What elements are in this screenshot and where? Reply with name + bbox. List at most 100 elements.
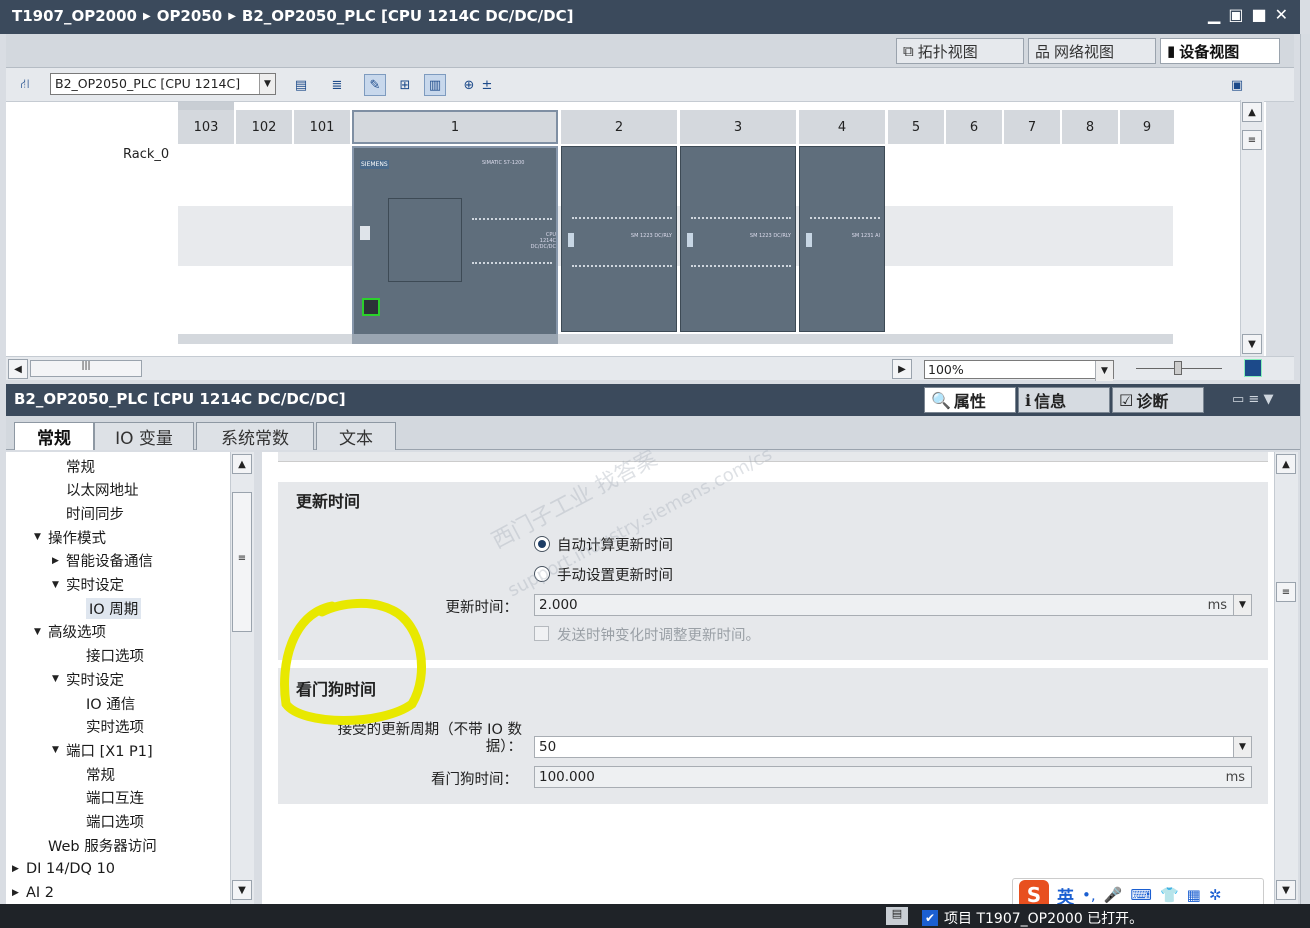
minimize-icon[interactable]: ▁ xyxy=(1208,5,1220,24)
scroll-down-icon[interactable]: ▼ xyxy=(232,880,252,900)
close-icon[interactable]: ✕ xyxy=(1275,5,1288,24)
zoom-slider-thumb[interactable] xyxy=(1174,361,1182,375)
panel-options-icon[interactable]: ▭ ≡ ▼ xyxy=(1232,392,1273,407)
radio-manual-update[interactable] xyxy=(534,566,550,582)
nav-item[interactable]: 实时选项 xyxy=(72,715,144,739)
show-io-icon[interactable]: ▤ xyxy=(290,74,312,96)
slot-header-5[interactable]: 5 xyxy=(888,110,944,144)
nav-item[interactable]: Web 服务器访问 xyxy=(34,833,157,857)
tab-diagnostics[interactable]: ☑ 诊断 xyxy=(1112,387,1204,413)
punctuation-icon[interactable]: •, xyxy=(1082,886,1096,904)
radio-auto-update[interactable] xyxy=(534,536,550,552)
breadcrumb-device[interactable]: B2_OP2050_PLC [CPU 1214C DC/DC/DC] xyxy=(242,7,574,25)
sm-module-2[interactable]: SM 1223 DC/RLY xyxy=(561,146,677,332)
scroll-down-icon[interactable]: ▼ xyxy=(1276,880,1296,900)
expand-closed-icon[interactable]: ▶ xyxy=(52,556,66,566)
expand-closed-icon[interactable]: ▶ xyxy=(12,864,26,874)
nav-item[interactable]: ▼ 高级选项 xyxy=(34,620,106,644)
tab-properties[interactable]: 🔍 属性 xyxy=(924,387,1016,413)
status-panel-icon[interactable]: ▤ xyxy=(886,907,908,925)
slot-header-103[interactable]: 103 xyxy=(178,110,234,144)
skin-icon[interactable]: 👕 xyxy=(1160,886,1179,904)
overview-nav-icon[interactable] xyxy=(1244,359,1262,377)
save-layout-icon[interactable]: ▣ xyxy=(1226,74,1248,96)
sm-module-3[interactable]: SM 1223 DC/RLY xyxy=(680,146,796,332)
expand-open-icon[interactable]: ▼ xyxy=(34,532,48,542)
content-scroll-thumb[interactable]: ≡ xyxy=(1276,582,1296,602)
nav-item[interactable]: ▼ 实时设定 xyxy=(52,573,124,597)
expand-open-icon[interactable]: ▼ xyxy=(34,627,48,637)
overview-icon[interactable]: ▥ xyxy=(424,74,446,96)
nav-item[interactable]: 以太网地址 xyxy=(52,478,139,502)
device-select[interactable]: B2_OP2050_PLC [CPU 1214C] ▼ xyxy=(50,73,276,95)
tab-general[interactable]: 常规 xyxy=(14,422,94,450)
slot-header-4[interactable]: 4 xyxy=(799,110,885,144)
slot-header-2[interactable]: 2 xyxy=(561,110,677,144)
device-canvas[interactable]: Rack_0 103 102 101 1 2 3 4 5 6 7 8 9 SIE… xyxy=(6,102,1266,356)
canvas-horizontal-scrollbar[interactable]: ◀ ||| ▶ 100% ▼ xyxy=(6,356,1294,381)
scroll-left-icon[interactable]: ◀ xyxy=(8,359,28,379)
tab-io-tags[interactable]: IO 变量 xyxy=(94,422,194,450)
show-names-icon[interactable]: ≣ xyxy=(326,74,348,96)
slot-header-8[interactable]: 8 xyxy=(1062,110,1118,144)
tab-topology-view[interactable]: ⧉ 拓扑视图 xyxy=(896,38,1024,64)
content-scrollbar[interactable]: ▲ ≡ ▼ xyxy=(1274,452,1298,904)
breadcrumb-project[interactable]: T1907_OP2000 xyxy=(12,7,137,25)
apps-icon[interactable]: ▦ xyxy=(1187,886,1201,904)
slot-header-102[interactable]: 102 xyxy=(236,110,292,144)
expand-open-icon[interactable]: ▼ xyxy=(52,745,66,755)
tab-texts[interactable]: 文本 xyxy=(316,422,396,450)
nav-scrollbar[interactable]: ▲ ≡ ▼ xyxy=(230,452,254,904)
scroll-right-icon[interactable]: ▶ xyxy=(892,359,912,379)
zoom-dropdown-icon[interactable]: ± xyxy=(480,74,494,96)
zoom-select[interactable]: 100% ▼ xyxy=(924,360,1114,381)
slot-header-3[interactable]: 3 xyxy=(680,110,796,144)
maximize-icon[interactable]: ■ xyxy=(1251,5,1266,24)
slot-header-6[interactable]: 6 xyxy=(946,110,1002,144)
accepted-cycles-select[interactable]: 50 ▼ xyxy=(534,736,1252,758)
breadcrumb-station[interactable]: OP2050 xyxy=(157,7,223,25)
nav-item[interactable]: 常规 xyxy=(72,762,115,786)
canvas-vertical-scrollbar[interactable]: ▲ ≡ ▼ xyxy=(1240,100,1264,356)
pointer-icon[interactable]: ✎ xyxy=(364,74,386,96)
nav-item[interactable]: ▼ 实时设定 xyxy=(52,667,124,691)
hscroll-thumb[interactable]: ||| xyxy=(30,360,142,377)
update-time-field[interactable]: 2.000 ms ▼ xyxy=(534,594,1252,616)
scroll-down-icon[interactable]: ▼ xyxy=(1242,334,1262,354)
nav-item[interactable]: ▼ 端口 [X1 P1] xyxy=(52,738,153,762)
slot-header-1[interactable]: 1 xyxy=(352,110,558,144)
sm-module-4[interactable]: SM 1231 AI xyxy=(799,146,885,332)
zoom-icon[interactable]: ⊕ xyxy=(458,74,480,96)
expand-closed-icon[interactable]: ▶ xyxy=(12,888,26,898)
nav-item[interactable]: ▶ DI 14/DQ 10 xyxy=(12,857,115,881)
restore-icon[interactable]: ▣ xyxy=(1228,5,1243,24)
slot-header-9[interactable]: 9 xyxy=(1120,110,1174,144)
tab-system-constants[interactable]: 系统常数 xyxy=(196,422,314,450)
slot-header-101[interactable]: 101 xyxy=(294,110,350,144)
profinet-port[interactable] xyxy=(362,298,380,316)
nav-item[interactable]: 时间同步 xyxy=(52,501,124,525)
scroll-up-icon[interactable]: ▲ xyxy=(232,454,252,474)
scroll-thumb[interactable]: ≡ xyxy=(1242,130,1262,150)
nav-item[interactable]: 端口选项 xyxy=(72,810,144,834)
tab-info[interactable]: ℹ 信息 xyxy=(1018,387,1110,413)
expand-open-icon[interactable]: ▼ xyxy=(52,580,66,590)
tab-network-view[interactable]: 品 网络视图 xyxy=(1028,38,1156,64)
scroll-up-icon[interactable]: ▲ xyxy=(1242,102,1262,122)
scroll-up-icon[interactable]: ▲ xyxy=(1276,454,1296,474)
nav-item[interactable]: IO 周期 xyxy=(72,596,142,620)
grid-icon[interactable]: ⊞ xyxy=(394,74,416,96)
nav-item[interactable]: 接口选项 xyxy=(72,644,144,668)
nav-item[interactable]: ▼ 操作模式 xyxy=(34,525,106,549)
slot-header-7[interactable]: 7 xyxy=(1004,110,1060,144)
device-tree-icon[interactable]: ⛙ xyxy=(14,74,36,96)
nav-item[interactable]: IO 通信 xyxy=(72,691,135,715)
tab-device-view[interactable]: ▮ 设备视图 xyxy=(1160,38,1280,64)
nav-scroll-thumb[interactable]: ≡ xyxy=(232,492,252,632)
nav-item[interactable]: 端口互连 xyxy=(72,786,144,810)
settings-icon[interactable]: ✲ xyxy=(1209,886,1222,904)
nav-item[interactable]: ▶ AI 2 xyxy=(12,881,54,904)
nav-item[interactable]: 常规 xyxy=(52,454,95,478)
nav-item[interactable]: ▶ 智能设备通信 xyxy=(52,549,153,573)
keyboard-icon[interactable]: ⌨ xyxy=(1130,886,1152,904)
